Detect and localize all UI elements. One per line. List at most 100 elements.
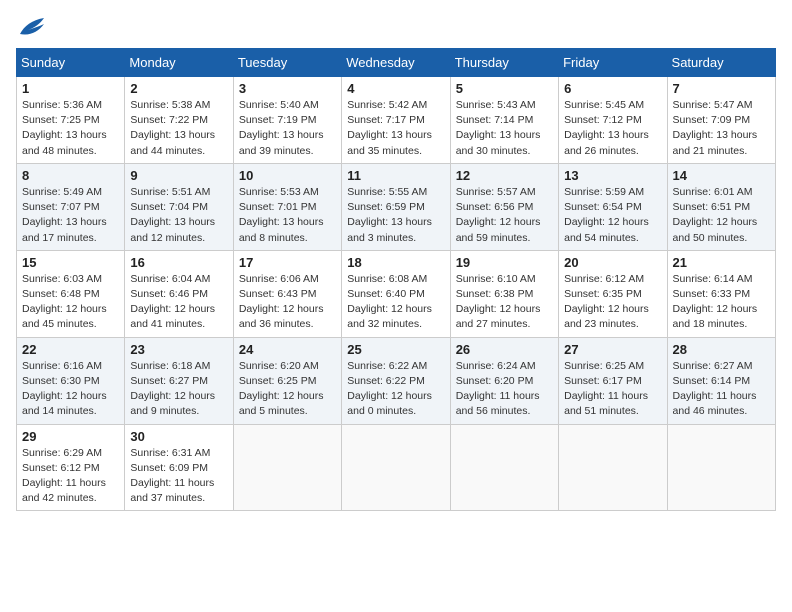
calendar-cell: 25Sunrise: 6:22 AM Sunset: 6:22 PM Dayli…	[342, 337, 450, 424]
day-info: Sunrise: 5:40 AM Sunset: 7:19 PM Dayligh…	[239, 98, 336, 159]
calendar-cell: 19 Sunrise: 6:10 AM Sunset: 6:38 PM Dayli…	[450, 250, 558, 337]
day-number: 6	[564, 81, 661, 96]
calendar-cell	[559, 424, 667, 511]
calendar-cell: 30Sunrise: 6:31 AM Sunset: 6:09 PM Dayli…	[125, 424, 233, 511]
day-number: 24	[239, 342, 336, 357]
day-number: 18	[347, 255, 444, 270]
day-number: 30	[130, 429, 227, 444]
day-info: Sunrise: 6:20 AM Sunset: 6:25 PM Dayligh…	[239, 359, 336, 420]
day-info: Sunrise: 5:51 AM Sunset: 7:04 PM Dayligh…	[130, 185, 227, 246]
day-number: 22	[22, 342, 119, 357]
calendar-cell: 6 Sunrise: 5:45 AM Sunset: 7:12 PM Daylig…	[559, 77, 667, 164]
calendar-cell: 4 Sunrise: 5:42 AM Sunset: 7:17 PM Daylig…	[342, 77, 450, 164]
calendar-cell: 10Sunrise: 5:53 AM Sunset: 7:01 PM Dayli…	[233, 163, 341, 250]
calendar-cell: 9 Sunrise: 5:51 AM Sunset: 7:04 PM Daylig…	[125, 163, 233, 250]
day-info: Sunrise: 6:25 AM Sunset: 6:17 PM Dayligh…	[564, 359, 661, 420]
calendar-cell	[450, 424, 558, 511]
day-number: 3	[239, 81, 336, 96]
day-number: 2	[130, 81, 227, 96]
day-number: 13	[564, 168, 661, 183]
day-info: Sunrise: 6:16 AM Sunset: 6:30 PM Dayligh…	[22, 359, 119, 420]
weekday-header-friday: Friday	[559, 49, 667, 77]
day-info: Sunrise: 6:08 AM Sunset: 6:40 PM Dayligh…	[347, 272, 444, 333]
calendar-cell: 22 Sunrise: 6:16 AM Sunset: 6:30 PM Dayli…	[17, 337, 125, 424]
day-number: 14	[673, 168, 770, 183]
day-number: 4	[347, 81, 444, 96]
calendar-cell: 13 Sunrise: 5:59 AM Sunset: 6:54 PM Dayli…	[559, 163, 667, 250]
calendar-cell: 3 Sunrise: 5:40 AM Sunset: 7:19 PM Daylig…	[233, 77, 341, 164]
day-info: Sunrise: 5:42 AM Sunset: 7:17 PM Dayligh…	[347, 98, 444, 159]
calendar-cell: 8 Sunrise: 5:49 AM Sunset: 7:07 PM Daylig…	[17, 163, 125, 250]
day-info: Sunrise: 6:18 AM Sunset: 6:27 PM Dayligh…	[130, 359, 227, 420]
calendar-cell: 14 Sunrise: 6:01 AM Sunset: 6:51 PM Dayli…	[667, 163, 775, 250]
weekday-header-sunday: Sunday	[17, 49, 125, 77]
calendar-cell: 15 Sunrise: 6:03 AM Sunset: 6:48 PM Dayli…	[17, 250, 125, 337]
day-info: Sunrise: 5:59 AM Sunset: 6:54 PM Dayligh…	[564, 185, 661, 246]
day-number: 16	[130, 255, 227, 270]
calendar-cell: 5Sunrise: 5:43 AM Sunset: 7:14 PM Daylig…	[450, 77, 558, 164]
calendar-cell: 16 Sunrise: 6:04 AM Sunset: 6:46 PM Dayli…	[125, 250, 233, 337]
day-info: Sunrise: 6:01 AM Sunset: 6:51 PM Dayligh…	[673, 185, 770, 246]
day-number: 7	[673, 81, 770, 96]
calendar-week-2: 8 Sunrise: 5:49 AM Sunset: 7:07 PM Daylig…	[17, 163, 776, 250]
weekday-header-row: SundayMondayTuesdayWednesdayThursdayFrid…	[17, 49, 776, 77]
day-number: 8	[22, 168, 119, 183]
day-number: 19	[456, 255, 553, 270]
calendar-cell: 26Sunrise: 6:24 AM Sunset: 6:20 PM Dayli…	[450, 337, 558, 424]
day-info: Sunrise: 6:04 AM Sunset: 6:46 PM Dayligh…	[130, 272, 227, 333]
day-info: Sunrise: 5:57 AM Sunset: 6:56 PM Dayligh…	[456, 185, 553, 246]
day-info: Sunrise: 6:29 AM Sunset: 6:12 PM Dayligh…	[22, 446, 119, 507]
day-info: Sunrise: 6:27 AM Sunset: 6:14 PM Dayligh…	[673, 359, 770, 420]
calendar-week-3: 15 Sunrise: 6:03 AM Sunset: 6:48 PM Dayli…	[17, 250, 776, 337]
calendar-cell: 29 Sunrise: 6:29 AM Sunset: 6:12 PM Dayli…	[17, 424, 125, 511]
day-info: Sunrise: 6:24 AM Sunset: 6:20 PM Dayligh…	[456, 359, 553, 420]
calendar-week-4: 22 Sunrise: 6:16 AM Sunset: 6:30 PM Dayli…	[17, 337, 776, 424]
day-number: 12	[456, 168, 553, 183]
weekday-header-thursday: Thursday	[450, 49, 558, 77]
day-info: Sunrise: 5:36 AM Sunset: 7:25 PM Dayligh…	[22, 98, 119, 159]
calendar-cell: 21 Sunrise: 6:14 AM Sunset: 6:33 PM Dayli…	[667, 250, 775, 337]
weekday-header-wednesday: Wednesday	[342, 49, 450, 77]
day-info: Sunrise: 5:55 AM Sunset: 6:59 PM Dayligh…	[347, 185, 444, 246]
day-number: 11	[347, 168, 444, 183]
weekday-header-monday: Monday	[125, 49, 233, 77]
logo-bird-icon	[18, 16, 46, 38]
logo	[16, 16, 46, 38]
day-number: 28	[673, 342, 770, 357]
day-info: Sunrise: 6:03 AM Sunset: 6:48 PM Dayligh…	[22, 272, 119, 333]
calendar-week-1: 1 Sunrise: 5:36 AM Sunset: 7:25 PM Daylig…	[17, 77, 776, 164]
day-number: 25	[347, 342, 444, 357]
calendar-week-5: 29 Sunrise: 6:29 AM Sunset: 6:12 PM Dayli…	[17, 424, 776, 511]
day-number: 9	[130, 168, 227, 183]
calendar-cell: 7 Sunrise: 5:47 AM Sunset: 7:09 PM Daylig…	[667, 77, 775, 164]
calendar-cell: 1 Sunrise: 5:36 AM Sunset: 7:25 PM Daylig…	[17, 77, 125, 164]
page-header	[16, 16, 776, 38]
day-info: Sunrise: 6:12 AM Sunset: 6:35 PM Dayligh…	[564, 272, 661, 333]
day-info: Sunrise: 5:49 AM Sunset: 7:07 PM Dayligh…	[22, 185, 119, 246]
day-number: 29	[22, 429, 119, 444]
calendar-cell: 2 Sunrise: 5:38 AM Sunset: 7:22 PM Daylig…	[125, 77, 233, 164]
calendar-cell: 23 Sunrise: 6:18 AM Sunset: 6:27 PM Dayli…	[125, 337, 233, 424]
calendar-cell	[233, 424, 341, 511]
day-info: Sunrise: 5:38 AM Sunset: 7:22 PM Dayligh…	[130, 98, 227, 159]
day-info: Sunrise: 5:45 AM Sunset: 7:12 PM Dayligh…	[564, 98, 661, 159]
day-number: 21	[673, 255, 770, 270]
day-number: 23	[130, 342, 227, 357]
calendar-cell	[342, 424, 450, 511]
weekday-header-saturday: Saturday	[667, 49, 775, 77]
calendar-table: SundayMondayTuesdayWednesdayThursdayFrid…	[16, 48, 776, 511]
calendar-cell	[667, 424, 775, 511]
day-info: Sunrise: 5:43 AM Sunset: 7:14 PM Dayligh…	[456, 98, 553, 159]
day-number: 15	[22, 255, 119, 270]
day-number: 1	[22, 81, 119, 96]
day-info: Sunrise: 6:06 AM Sunset: 6:43 PM Dayligh…	[239, 272, 336, 333]
day-info: Sunrise: 5:47 AM Sunset: 7:09 PM Dayligh…	[673, 98, 770, 159]
day-info: Sunrise: 6:14 AM Sunset: 6:33 PM Dayligh…	[673, 272, 770, 333]
day-number: 20	[564, 255, 661, 270]
calendar-cell: 18 Sunrise: 6:08 AM Sunset: 6:40 PM Dayli…	[342, 250, 450, 337]
weekday-header-tuesday: Tuesday	[233, 49, 341, 77]
day-info: Sunrise: 5:53 AM Sunset: 7:01 PM Dayligh…	[239, 185, 336, 246]
calendar-cell: 17Sunrise: 6:06 AM Sunset: 6:43 PM Dayli…	[233, 250, 341, 337]
day-info: Sunrise: 6:10 AM Sunset: 6:38 PM Dayligh…	[456, 272, 553, 333]
calendar-cell: 24 Sunrise: 6:20 AM Sunset: 6:25 PM Dayli…	[233, 337, 341, 424]
